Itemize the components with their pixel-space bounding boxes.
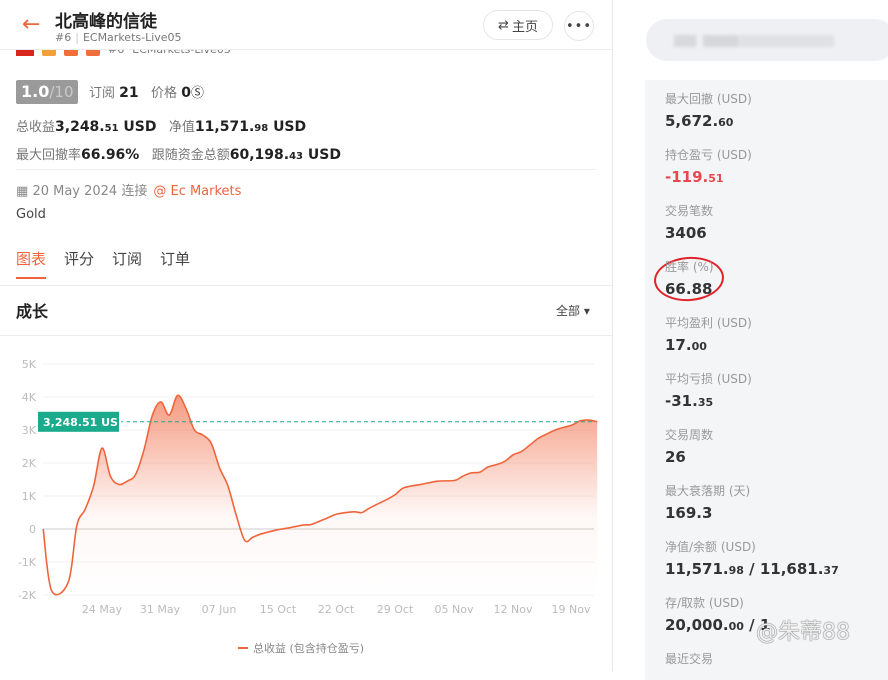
range-dropdown[interactable]: 全部 ▾	[556, 302, 590, 319]
legend-label: 总收益 (包含持仓盈亏)	[253, 642, 365, 655]
watermark: @朱蒂88	[756, 620, 850, 645]
stat-value: 5,672.60	[665, 112, 734, 130]
current-value-text: 3,248.51 USD	[43, 416, 127, 429]
growth-chart: 5K 4K 3K 2K 1K 0 -1K -2K 24 May 31 May 07 Jun 15 Oc…	[18, 358, 598, 616]
trader-detail-panel: #6 ECMarkets-Live05 ← 北高峰的信徒 #6|ECMarket…	[0, 0, 613, 671]
subs-count: 21	[119, 85, 139, 101]
legend-swatch	[238, 647, 248, 649]
stat-label: 最近交易	[665, 652, 714, 666]
tab-bar: 图表 评分 订阅 订单	[16, 248, 190, 279]
server: ECMarkets-Live05	[82, 31, 182, 44]
home-button[interactable]: ⇄ 主页	[483, 10, 553, 40]
stat-label: 交易笔数	[665, 204, 714, 218]
broker-link[interactable]: @ Ec Markets	[153, 184, 241, 199]
stat-value: 66.88	[665, 280, 713, 298]
y-tick-label: 1K	[22, 490, 37, 503]
subs-label: 订阅	[89, 86, 116, 101]
header: ← 北高峰的信徒 #6 | ECMarkets-Live05 ⇄ 主页 •••	[0, 0, 612, 50]
stat-label: 平均盈利 (USD)	[665, 316, 752, 330]
coin-icon: Ⓢ	[190, 86, 204, 101]
x-tick-label: 15 Oct	[260, 603, 297, 616]
stats-panel: 最大回撤 (USD) 5,672.60 持仓盈亏 (USD) -119.51 交易笔数 3…	[614, 0, 888, 680]
symbol: Gold	[16, 207, 46, 222]
tab-subscription[interactable]: 订阅	[112, 248, 142, 279]
connected-info: ▦ 20 May 2024 连接 @ Ec Markets	[16, 180, 241, 199]
stat-label: 最大衰落期 (天)	[665, 484, 751, 498]
tab-chart[interactable]: 图表	[16, 248, 47, 279]
x-tick-label: 05 Nov	[435, 603, 474, 616]
price-value: 0	[181, 85, 191, 101]
growth-title: 成长	[16, 302, 49, 321]
stat-value: 3406	[665, 224, 707, 242]
back-arrow-icon[interactable]: ←	[22, 12, 40, 37]
total-profit-label: 总收益	[16, 120, 56, 135]
stat-label: 最大回撤 (USD)	[665, 92, 752, 106]
score-badge: 1.0/10	[16, 80, 78, 104]
more-button[interactable]: •••	[564, 11, 594, 41]
equity-label: 净值	[168, 120, 195, 135]
x-tick-label: 19 Nov	[552, 603, 591, 616]
x-tick-label: 24 May	[82, 603, 123, 616]
x-tick-label: 22 Oct	[318, 603, 355, 616]
connected-date: 20 May 2024 连接	[32, 184, 148, 199]
x-tick-label: 31 May	[140, 603, 181, 616]
stat-label: 持仓盈亏 (USD)	[665, 148, 752, 162]
price-label: 价格	[151, 86, 178, 101]
max-dd-value: 66.96%	[81, 147, 140, 163]
stat-value: 26	[665, 448, 686, 466]
drawdown-line: 最大回撤率66.96% 跟随资金总额60,198.43 USD	[16, 144, 341, 163]
score-value: 1.0	[21, 82, 50, 101]
y-tick-label: 4K	[22, 391, 37, 404]
tab-orders[interactable]: 订单	[160, 248, 190, 279]
rank: #6	[55, 31, 72, 44]
follow-value: 60,198.43 USD	[229, 147, 341, 163]
score-max: /10	[49, 83, 74, 101]
stat-value: 11,571.98 / 11,681.37	[665, 560, 839, 578]
y-tick-label: 0	[29, 523, 36, 536]
y-tick-label: 2K	[22, 457, 37, 470]
blurred-text	[674, 35, 834, 47]
stat-label: 胜率 (%)	[665, 260, 714, 274]
stat-label: 平均亏损 (USD)	[665, 372, 752, 386]
divider	[0, 335, 612, 336]
y-tick-label: 3K	[22, 424, 37, 437]
stat-value: -31.35	[665, 392, 714, 410]
y-tick-label: -1K	[18, 556, 37, 569]
divider	[0, 285, 612, 286]
calendar-icon: ▦	[16, 184, 29, 199]
stat-label: 交易周数	[665, 428, 714, 442]
stat-value: 169.3	[665, 504, 713, 522]
swap-icon: ⇄	[498, 17, 509, 33]
follow-label: 跟随资金总额	[151, 148, 230, 163]
max-dd-label: 最大回撤率	[16, 148, 82, 163]
stat-value: 17.00	[665, 336, 707, 354]
stat-label: 净值/余额 (USD)	[665, 540, 756, 554]
page-title: 北高峰的信徒	[55, 12, 157, 32]
x-tick-label: 07 Jun	[202, 603, 237, 616]
y-tick-label: -2K	[18, 589, 37, 602]
y-tick-label: 5K	[22, 358, 37, 371]
stat-label: 存/取款 (USD)	[665, 596, 744, 610]
total-profit-value: 3,248.51 USD	[55, 119, 157, 135]
divider	[16, 169, 596, 170]
x-tick-label: 12 Nov	[494, 603, 533, 616]
chart-legend[interactable]: 总收益 (包含持仓盈亏)	[238, 640, 364, 656]
profit-line: 总收益3,248.51 USD 净值11,571.98 USD	[16, 116, 306, 135]
subscription-info: 订阅 21 价格 0Ⓢ	[89, 82, 204, 101]
subtitle: #6 | ECMarkets-Live05	[55, 31, 182, 44]
stats-list: 最大回撤 (USD) 5,672.60 持仓盈亏 (USD) -119.51 交易笔数 3…	[645, 80, 888, 680]
equity-value: 11,571.98 USD	[194, 119, 307, 135]
tab-rating[interactable]: 评分	[64, 248, 94, 279]
x-tick-label: 29 Oct	[377, 603, 414, 616]
stat-value: 20,000.00 / 1	[665, 616, 771, 634]
stat-value: -119.51	[665, 168, 724, 186]
home-label: 主页	[511, 19, 538, 35]
